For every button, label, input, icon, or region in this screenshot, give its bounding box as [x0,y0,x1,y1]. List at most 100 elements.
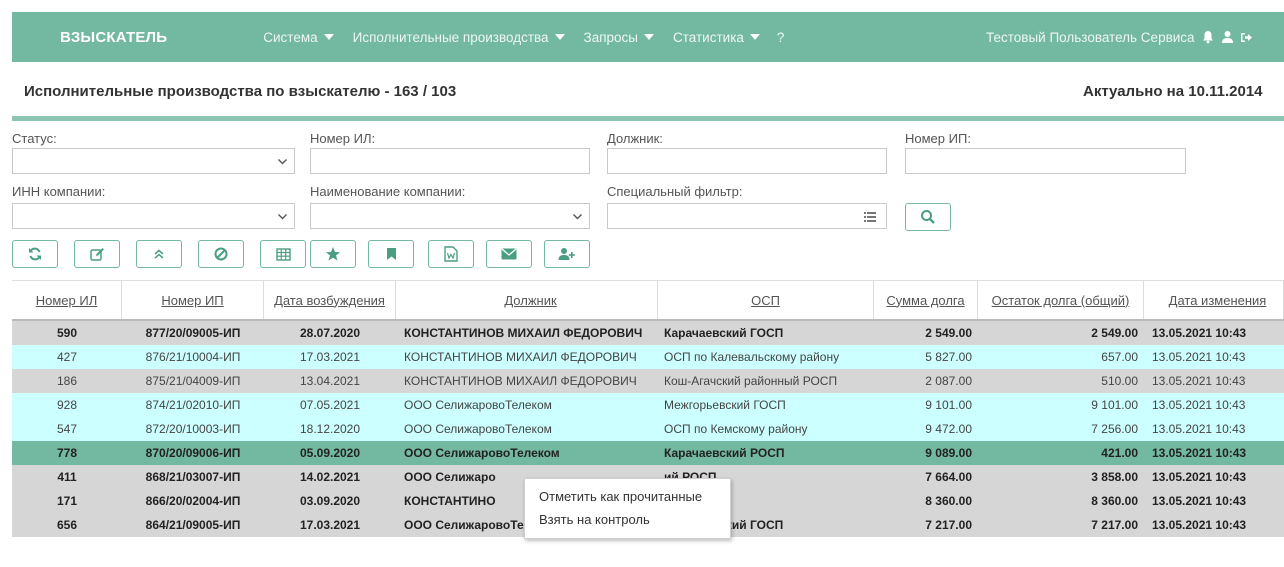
col-header-debt-remaining[interactable]: Остаток долга (общий) [978,281,1144,319]
actual-date: Актуально на 10.11.2014 [1083,83,1263,100]
cell-il-number: 171 [56,494,78,508]
special-filter-input[interactable] [607,203,887,229]
cell-debt-sum: 9 472.00 [925,422,972,436]
col-header-il-number[interactable]: Номер ИЛ [12,281,122,319]
cell-start-date: 17.03.2021 [299,518,361,532]
cell-ip-number: 872/20/10003-ИП [145,422,241,436]
cell-start-date: 07.05.2021 [299,398,361,412]
col-header-start-date[interactable]: Дата возбуждения [264,281,396,319]
cell-debtor: КОНСТАНТИНОВ МИХАИЛ ФЕДОРОВИЧ [404,374,637,388]
col-header-modified-date[interactable]: Дата изменения [1144,281,1284,319]
cell-start-date: 28.07.2020 [299,326,361,340]
search-icon [921,210,935,224]
table-row[interactable]: 928 874/21/02010-ИП 07.05.2021 ООО Селижаро… [12,393,1284,417]
col-header-osp[interactable]: ОСП [658,281,874,319]
col-header-ip-number[interactable]: Номер ИП [122,281,264,319]
edit-button[interactable] [74,240,120,268]
cancel-button[interactable] [198,240,244,268]
menu-sistema[interactable]: Система [263,30,334,45]
menu-ispolnitelnye[interactable]: Исполнительные производства [353,30,565,45]
cell-debt-remaining: 8 360.00 [1091,494,1138,508]
favorite-button[interactable] [310,240,356,268]
list-icon[interactable] [864,212,876,222]
mark-as-read-menu-item[interactable]: Отметить как прочитанные [525,487,730,510]
cell-start-date: 05.09.2020 [299,446,361,460]
menu-statistika-label: Статистика [673,29,744,45]
brand-logo[interactable]: ВЗЫСКАТЕЛЬ [60,29,167,46]
cell-il-number: 590 [56,326,78,340]
add-user-button[interactable] [544,240,590,268]
add-user-icon [558,248,575,260]
cell-modified-date: 13.05.2021 10:43 [1152,350,1246,364]
cell-il-number: 928 [56,398,78,412]
star-icon [325,247,341,261]
ip-number-input[interactable] [905,148,1186,174]
table-row[interactable]: 778 870/20/09006-ИП 05.09.2020 ООО Селижаро… [12,441,1284,465]
cell-osp: ОСП по Калевальскому району [664,350,840,364]
page-title: Исполнительные производства по взыскател… [24,83,457,100]
bookmark-button[interactable] [368,240,414,268]
cell-ip-number: 866/20/02004-ИП [145,494,241,508]
caret-down-icon [323,34,334,40]
col-header-debt-sum[interactable]: Сумма долга [874,281,978,319]
take-control-menu-item[interactable]: Взять на контроль [525,510,730,533]
edit-icon [89,248,104,261]
cell-osp: Карачаевский РОСП [664,446,785,460]
cell-start-date: 13.04.2021 [299,374,361,388]
collapse-icon [154,249,164,259]
cell-start-date: 03.09.2020 [299,494,361,508]
cell-debt-remaining: 7 256.00 [1091,422,1138,436]
menu-ispolnitelnye-label: Исполнительные производства [352,29,549,45]
table-row[interactable]: 186 875/21/04009-ИП 13.04.2021 КОНСТАНТИНОВ… [12,369,1284,393]
table-row[interactable]: 590 877/20/09005-ИП 28.07.2020 КОНСТАНТИНОВ… [12,321,1284,345]
ip-number-label: Номер ИП: [905,131,971,146]
cell-il-number: 778 [56,446,78,460]
cell-debt-sum: 7 217.00 [925,518,972,532]
cell-osp: Межгорьевский ГОСП [664,398,786,412]
chevron-down-icon [573,214,582,220]
main-menu: Система Исполнительные производства Запр… [263,30,784,45]
mail-icon [501,248,517,260]
cancel-icon [214,247,228,261]
top-navbar: ВЗЫСКАТЕЛЬ Система Исполнительные произв… [12,12,1284,62]
cell-ip-number: 864/21/09005-ИП [145,518,241,532]
menu-statistika[interactable]: Статистика [673,30,760,45]
cell-debtor: ООО СелижаровоТелеком [404,446,560,460]
cell-modified-date: 13.05.2021 10:43 [1152,374,1246,388]
context-menu: Отметить как прочитанные Взять на контро… [524,478,731,539]
cell-debt-remaining: 7 217.00 [1091,518,1138,532]
refresh-button[interactable] [12,240,58,268]
table-icon [275,247,291,261]
logout-icon[interactable] [1240,31,1253,44]
help-link[interactable]: ? [777,30,785,45]
send-mail-button[interactable] [486,240,532,268]
col-header-debtor[interactable]: Должник [396,281,658,319]
cell-modified-date: 13.05.2021 10:43 [1152,326,1247,340]
debtor-input[interactable] [607,148,887,174]
cell-osp: Карачаевский ГОСП [664,326,784,340]
chevron-down-icon [278,214,287,220]
inn-select[interactable] [12,203,295,229]
menu-zaprosy[interactable]: Запросы [584,30,654,45]
table-view-button[interactable] [260,240,306,268]
word-doc-icon [444,246,458,262]
cell-modified-date: 13.05.2021 10:43 [1152,446,1247,460]
cell-start-date: 14.02.2021 [299,470,361,484]
user-name[interactable]: Тестовый Пользователь Сервиса [986,30,1195,45]
status-select[interactable] [12,148,295,174]
table-row[interactable]: 547 872/20/10003-ИП 18.12.2020 ООО Селижаро… [12,417,1284,441]
cell-modified-date: 13.05.2021 10:43 [1152,518,1247,532]
table-row[interactable]: 427 876/21/10004-ИП 17.03.2021 КОНСТАНТИНОВ… [12,345,1284,369]
search-button[interactable] [905,203,951,231]
company-name-label: Наименование компании: [310,184,466,199]
user-icon[interactable] [1221,30,1234,44]
export-word-button[interactable] [428,240,474,268]
il-number-input[interactable] [310,148,590,174]
company-name-select[interactable] [310,203,590,229]
collapse-button[interactable] [136,240,182,268]
cell-debt-sum: 2 549.00 [925,326,972,340]
bell-icon[interactable] [1201,30,1215,44]
cell-debt-remaining: 421.00 [1101,446,1138,460]
cell-debtor: КОНСТАНТИНОВ МИХАИЛ ФЕДОРОВИЧ [404,326,643,340]
cell-debt-sum: 9 101.00 [925,398,972,412]
